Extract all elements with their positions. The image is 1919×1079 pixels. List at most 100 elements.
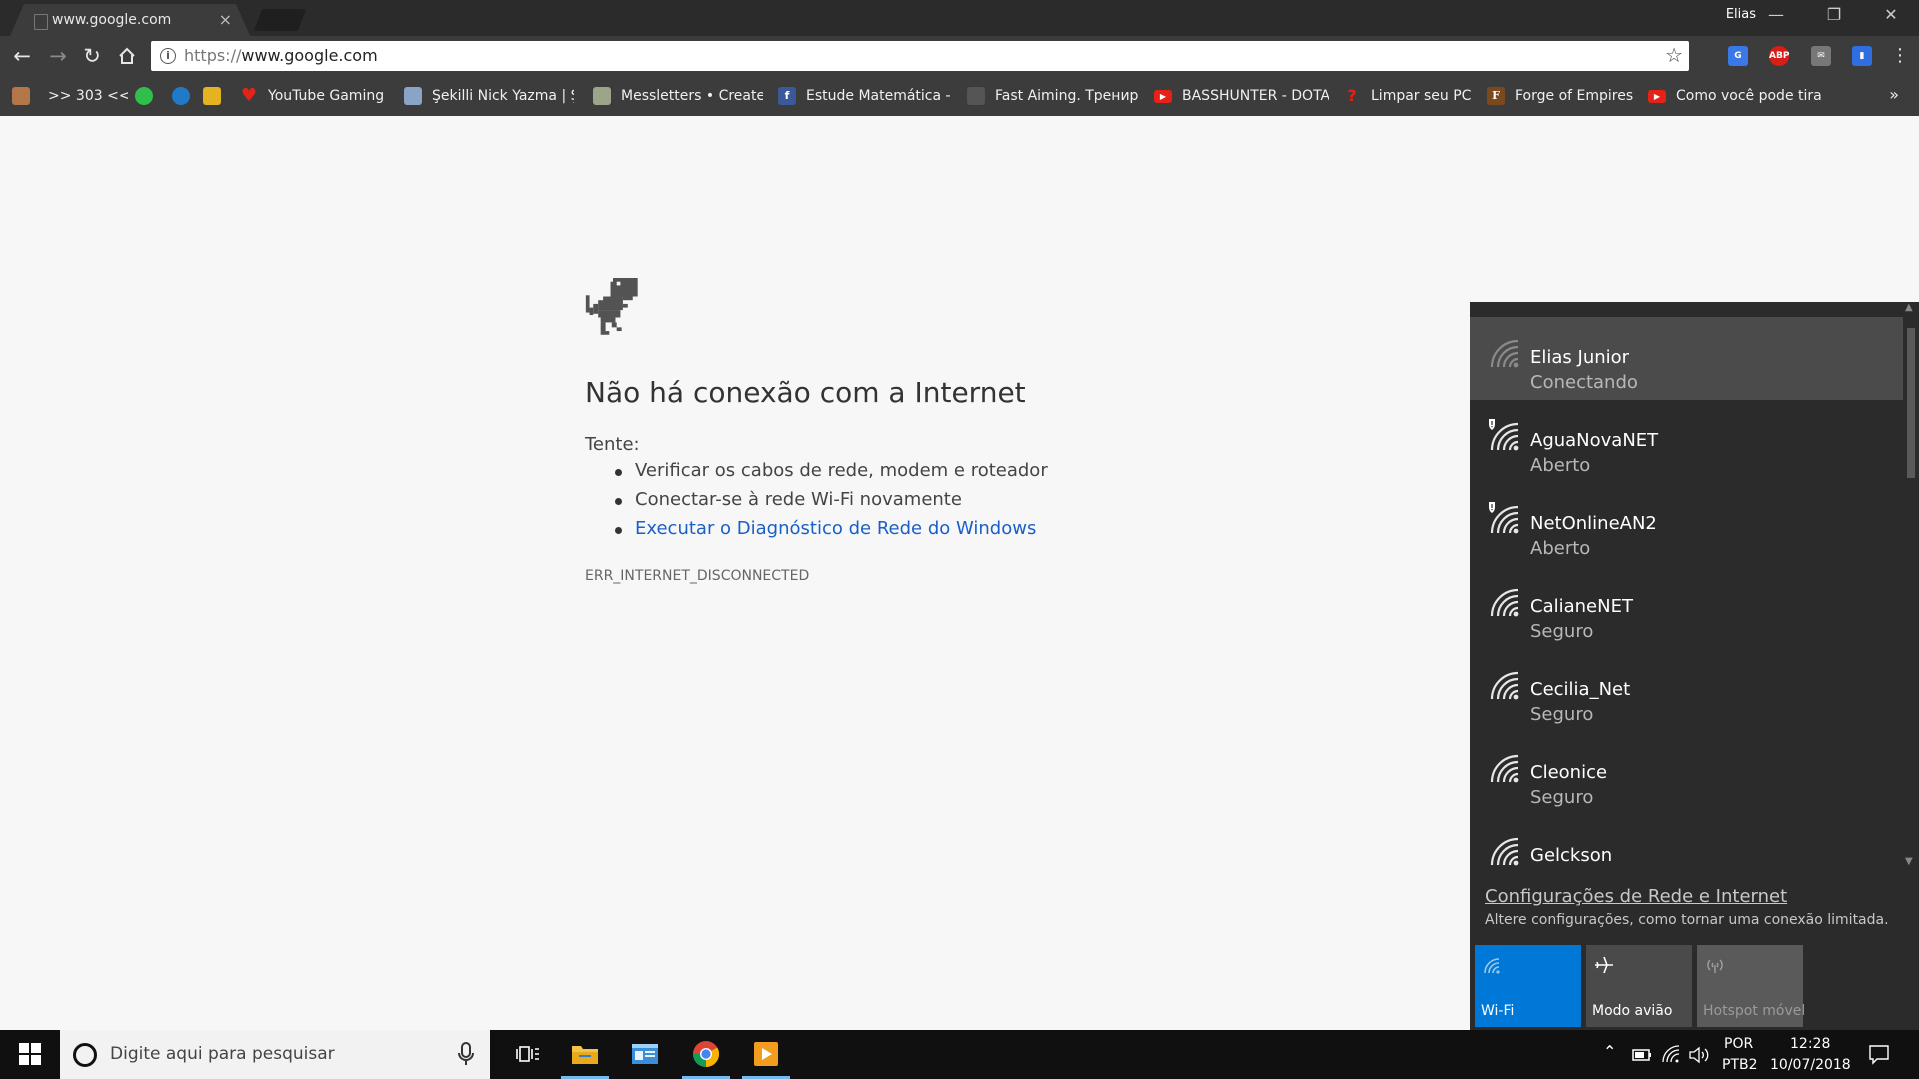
windows-logo-icon bbox=[19, 1043, 41, 1065]
star-icon[interactable]: ☆ bbox=[1665, 43, 1683, 67]
url-text[interactable]: https://www.google.com bbox=[184, 46, 378, 65]
error-suggestions: Verificar os cabos de rede, modem e rote… bbox=[585, 460, 1048, 547]
taskbar-search-box[interactable]: Digite aqui para pesquisar bbox=[60, 1030, 490, 1079]
window-app-icon bbox=[632, 1044, 658, 1064]
bookmark-item[interactable]: ♥ YouTube Gaming bbox=[240, 86, 390, 106]
crosshair-icon bbox=[967, 87, 985, 105]
mail-checker-icon[interactable]: ✉ bbox=[1811, 46, 1831, 66]
microphone-icon[interactable] bbox=[456, 1041, 476, 1067]
wifi-network-name: Gelckson bbox=[1530, 845, 1613, 866]
bookmark-item[interactable]: Şekilli Nick Yazma | Ş bbox=[404, 86, 574, 106]
reload-icon[interactable]: ↻ bbox=[78, 42, 106, 70]
wifi-network-name: Cleonice bbox=[1530, 762, 1608, 783]
task-view-button[interactable] bbox=[500, 1030, 556, 1079]
task-view-icon bbox=[516, 1046, 539, 1062]
minimize-button[interactable]: — bbox=[1748, 0, 1804, 32]
language-indicator[interactable]: POR bbox=[1724, 1036, 1753, 1052]
wifi-network-status: Seguro bbox=[1530, 621, 1594, 642]
new-tab-button[interactable] bbox=[253, 9, 307, 31]
info-icon[interactable]: i bbox=[160, 48, 176, 64]
network-diagnostics-link[interactable]: Executar o Diagnóstico de Rede do Window… bbox=[585, 518, 1048, 547]
close-window-button[interactable]: ✕ bbox=[1863, 0, 1919, 32]
wifi-network-item[interactable]: Cleonice Seguro bbox=[1470, 732, 1903, 815]
wifi-signal-icon bbox=[1490, 339, 1519, 368]
bookmark-item[interactable] bbox=[172, 86, 194, 106]
mobile-hotspot-toggle[interactable]: Hotspot móvel bbox=[1697, 945, 1805, 1027]
bookmark-item[interactable]: ? Limpar seu PC bbox=[1343, 86, 1473, 106]
wifi-network-item[interactable]: Elias Junior Conectando bbox=[1470, 317, 1903, 400]
cortana-icon[interactable] bbox=[73, 1043, 97, 1067]
wifi-network-name: Cecilia_Net bbox=[1530, 679, 1631, 700]
start-button[interactable] bbox=[0, 1030, 60, 1079]
show-hidden-icons-icon[interactable]: ⌃ bbox=[1603, 1042, 1616, 1061]
volume-icon[interactable] bbox=[1688, 1046, 1710, 1064]
wifi-network-item[interactable]: Cecilia_Net Seguro bbox=[1470, 649, 1903, 732]
wifi-signal-icon bbox=[1490, 671, 1519, 700]
media-player-app[interactable] bbox=[738, 1030, 794, 1079]
network-settings-link[interactable]: Configurações de Rede e Internet bbox=[1485, 886, 1787, 907]
clock-date[interactable]: 10/07/2018 bbox=[1770, 1057, 1851, 1073]
bookmark-item[interactable]: Messletters • Create bbox=[593, 86, 763, 106]
dinosaur-icon[interactable] bbox=[585, 278, 641, 336]
bookmark-item[interactable] bbox=[12, 86, 34, 106]
bookmark-label: Fast Aiming. Тренир bbox=[995, 88, 1139, 104]
network-tray-icon[interactable] bbox=[1661, 1044, 1681, 1064]
wifi-network-name: Elias Junior bbox=[1530, 347, 1630, 368]
menu-dots-icon[interactable]: ⋮ bbox=[1886, 42, 1914, 70]
bookmark-item[interactable] bbox=[203, 86, 225, 106]
network-settings-description: Altere configurações, como tornar uma co… bbox=[1485, 912, 1889, 928]
wifi-network-item[interactable]: GelcksonSeguro bbox=[1470, 815, 1903, 870]
wifi-network-status: Conectando bbox=[1530, 372, 1638, 393]
bookmark-item[interactable]: f Estude Matemática - bbox=[778, 86, 953, 106]
store-app[interactable] bbox=[617, 1030, 673, 1079]
file-explorer-app[interactable] bbox=[557, 1030, 613, 1079]
scroll-down-icon[interactable]: ▼ bbox=[1905, 856, 1913, 867]
film-icon bbox=[203, 87, 221, 105]
browser-tab[interactable]: www.google.com × bbox=[10, 4, 250, 36]
wifi-network-item[interactable]: AguaNovaNET Aberto bbox=[1470, 400, 1903, 483]
adblock-plus-icon[interactable]: ABP bbox=[1769, 46, 1789, 66]
browser-toolbar: ← → ↻ i https://www.google.com ☆ ⋮ G ABP ✉… bbox=[0, 36, 1919, 76]
picture-icon bbox=[593, 87, 611, 105]
scroll-up-icon[interactable]: ▲ bbox=[1905, 302, 1913, 313]
battery-icon[interactable] bbox=[1632, 1048, 1652, 1062]
bookmarks-more-icon[interactable]: » bbox=[1889, 85, 1899, 104]
wifi-toggle-label: Wi-Fi bbox=[1481, 1003, 1515, 1019]
wifi-toggle[interactable]: Wi-Fi bbox=[1475, 945, 1581, 1027]
bookmark-item[interactable]: Fast Aiming. Тренир bbox=[967, 86, 1142, 106]
address-bar[interactable]: i https://www.google.com ☆ bbox=[151, 41, 1689, 71]
page-icon bbox=[34, 14, 48, 30]
facebook-icon: f bbox=[778, 87, 796, 105]
bookmark-item[interactable]: >> 303 << bbox=[48, 86, 128, 106]
chrome-app[interactable] bbox=[678, 1030, 734, 1079]
bookmarks-bar: » >> 303 << ♥ YouTube Gaming Şekilli Nick Y… bbox=[0, 76, 1919, 116]
suggestion-reconnect-wifi: Conectar-se à rede Wi-Fi novamente bbox=[585, 489, 1048, 518]
forward-arrow-icon[interactable]: → bbox=[44, 42, 72, 70]
wifi-network-item[interactable]: NetOnlineAN2 Aberto bbox=[1470, 483, 1903, 566]
google-translate-icon[interactable]: G bbox=[1728, 46, 1748, 66]
bookmark-item[interactable]: F Forge of Empires bbox=[1487, 86, 1642, 106]
back-arrow-icon[interactable]: ← bbox=[8, 42, 36, 70]
airplane-mode-toggle[interactable]: Modo avião bbox=[1586, 945, 1692, 1027]
error-try-label: Tente: bbox=[585, 434, 640, 455]
action-center-icon[interactable] bbox=[1868, 1044, 1890, 1066]
bookmark-item[interactable]: ▶ BASSHUNTER - DOTA bbox=[1154, 86, 1329, 106]
clock-time[interactable]: 12:28 bbox=[1790, 1036, 1830, 1052]
scroll-thumb[interactable] bbox=[1907, 328, 1915, 478]
keyboard-layout-indicator[interactable]: PTB2 bbox=[1722, 1057, 1758, 1073]
bookmark-item[interactable]: ▶ Como você pode tira bbox=[1648, 86, 1823, 106]
restore-button[interactable]: ❐ bbox=[1806, 0, 1862, 32]
url-host: www.google.com bbox=[241, 46, 378, 65]
heart-icon: ♥ bbox=[240, 86, 258, 106]
bookmark-item[interactable] bbox=[135, 86, 157, 106]
bookmark-extension-icon[interactable]: ▮ bbox=[1852, 46, 1872, 66]
forge-icon: F bbox=[1487, 87, 1505, 105]
airplane-icon bbox=[1595, 956, 1613, 974]
tab-close-icon[interactable]: × bbox=[219, 10, 232, 29]
network-flyout: Elias Junior Conectando AguaNovaNET Aberto N… bbox=[1470, 302, 1919, 1030]
bookmark-label: BASSHUNTER - DOTA bbox=[1182, 88, 1329, 104]
home-icon[interactable] bbox=[113, 42, 141, 70]
bookmark-label: Como você pode tira bbox=[1676, 88, 1822, 104]
network-list-scrollbar[interactable]: ▲ ▼ bbox=[1903, 302, 1919, 870]
wifi-network-item[interactable]: CalianeNET Seguro bbox=[1470, 566, 1903, 649]
